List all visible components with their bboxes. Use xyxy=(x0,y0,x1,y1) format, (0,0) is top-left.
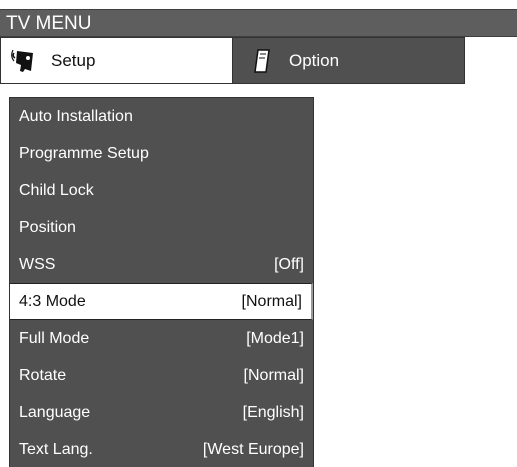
menu-item-label: Child Lock xyxy=(19,181,94,199)
menu-item-value: [Normal] xyxy=(241,292,302,310)
menu-item-4-3-mode[interactable]: 4:3 Mode [Normal] xyxy=(10,283,313,320)
menu-item-programme-setup[interactable]: Programme Setup xyxy=(10,135,313,172)
tab-option[interactable]: Option xyxy=(232,37,465,84)
tv-menu-screen: TV MENU Setup Option Auto Installation P… xyxy=(0,0,517,467)
tab-setup-label: Setup xyxy=(51,50,96,70)
menu-item-wss[interactable]: WSS [Off] xyxy=(10,246,313,283)
tab-option-label: Option xyxy=(289,50,340,70)
menu-item-label: WSS xyxy=(19,255,56,273)
menu-item-label: Programme Setup xyxy=(19,144,149,162)
menu-item-rotate[interactable]: Rotate [Normal] xyxy=(10,357,313,394)
menu-title: TV MENU xyxy=(0,9,517,37)
setup-icon xyxy=(11,47,39,75)
menu-tabs: Setup Option xyxy=(0,37,467,84)
setup-menu-list: Auto Installation Programme Setup Child … xyxy=(9,97,314,467)
menu-item-label: Full Mode xyxy=(19,329,90,347)
menu-item-value: [Normal] xyxy=(243,366,304,384)
menu-item-text-lang[interactable]: Text Lang. [West Europe] xyxy=(10,431,313,467)
menu-item-full-mode[interactable]: Full Mode [Mode1] xyxy=(10,320,313,357)
menu-item-label: Text Lang. xyxy=(19,440,93,458)
menu-item-auto-installation[interactable]: Auto Installation xyxy=(10,98,313,135)
menu-item-label: Auto Installation xyxy=(19,107,133,125)
menu-item-label: Rotate xyxy=(19,366,67,384)
tab-setup[interactable]: Setup xyxy=(0,37,232,84)
menu-item-value: [West Europe] xyxy=(202,440,304,458)
menu-item-value: [Mode1] xyxy=(246,329,304,347)
top-cropped-edge xyxy=(0,0,517,9)
menu-item-value: [English] xyxy=(242,403,304,421)
menu-item-language[interactable]: Language [English] xyxy=(10,394,313,431)
menu-item-position[interactable]: Position xyxy=(10,209,313,246)
menu-item-value: [Off] xyxy=(274,255,304,273)
menu-item-child-lock[interactable]: Child Lock xyxy=(10,172,313,209)
menu-item-label: Language xyxy=(19,403,91,421)
option-icon xyxy=(249,47,277,75)
menu-item-label: Position xyxy=(19,218,76,236)
menu-item-label: 4:3 Mode xyxy=(19,292,86,310)
